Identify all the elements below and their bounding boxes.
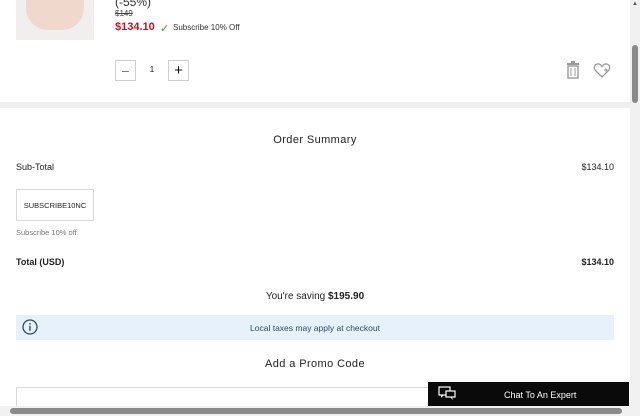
applied-promo-code-chip[interactable]: SUBSCRIBE10NC (16, 189, 94, 221)
total-value: $134.10 (581, 257, 614, 267)
plus-icon: + (174, 62, 183, 79)
quantity-increase-button[interactable]: + (168, 60, 189, 81)
heart-icon (593, 63, 611, 78)
section-divider (0, 102, 630, 108)
promo-code-title: Add a Promo Code (265, 358, 365, 370)
trash-icon (567, 61, 579, 79)
original-price: $149 (115, 9, 133, 18)
checkmark-icon: ✓ (160, 23, 170, 35)
remove-item-button[interactable] (566, 61, 580, 79)
sale-price: $134.10 (115, 21, 155, 33)
tax-notice-text: Local taxes may apply at checkout (250, 323, 380, 333)
savings-text: You're saving $195.90 (0, 291, 630, 302)
minus-icon: − (121, 62, 130, 79)
subtotal-value: $134.10 (581, 162, 614, 172)
chat-expert-label: Chat To An Expert (504, 390, 577, 400)
quantity-value: 1 (149, 65, 155, 74)
product-image-garment (26, 0, 84, 30)
quantity-decrease-button[interactable]: − (115, 60, 136, 81)
promo-code-note: Subscribe 10% off (16, 228, 77, 237)
subtotal-label: Sub-Total (16, 162, 55, 172)
subscribe-discount-note: Subscribe 10% Off (173, 23, 240, 32)
discount-percent: (-55%) (115, 0, 152, 9)
savings-prefix: You're saving (265, 291, 326, 302)
chat-bubbles-icon (438, 386, 456, 400)
tax-notice-banner: Local taxes may apply at checkout (16, 315, 614, 340)
savings-amount: $195.90 (328, 291, 365, 302)
order-summary-title: Order Summary (273, 134, 357, 146)
vertical-scrollbar-thumb[interactable] (632, 45, 638, 103)
chat-expert-button[interactable]: Chat To An Expert (428, 382, 629, 408)
total-label: Total (USD) (16, 257, 65, 267)
horizontal-scrollbar-thumb[interactable] (10, 408, 622, 414)
move-to-wishlist-button[interactable] (593, 61, 611, 79)
scroll-up-arrow-icon[interactable]: ▲ (631, 1, 639, 9)
